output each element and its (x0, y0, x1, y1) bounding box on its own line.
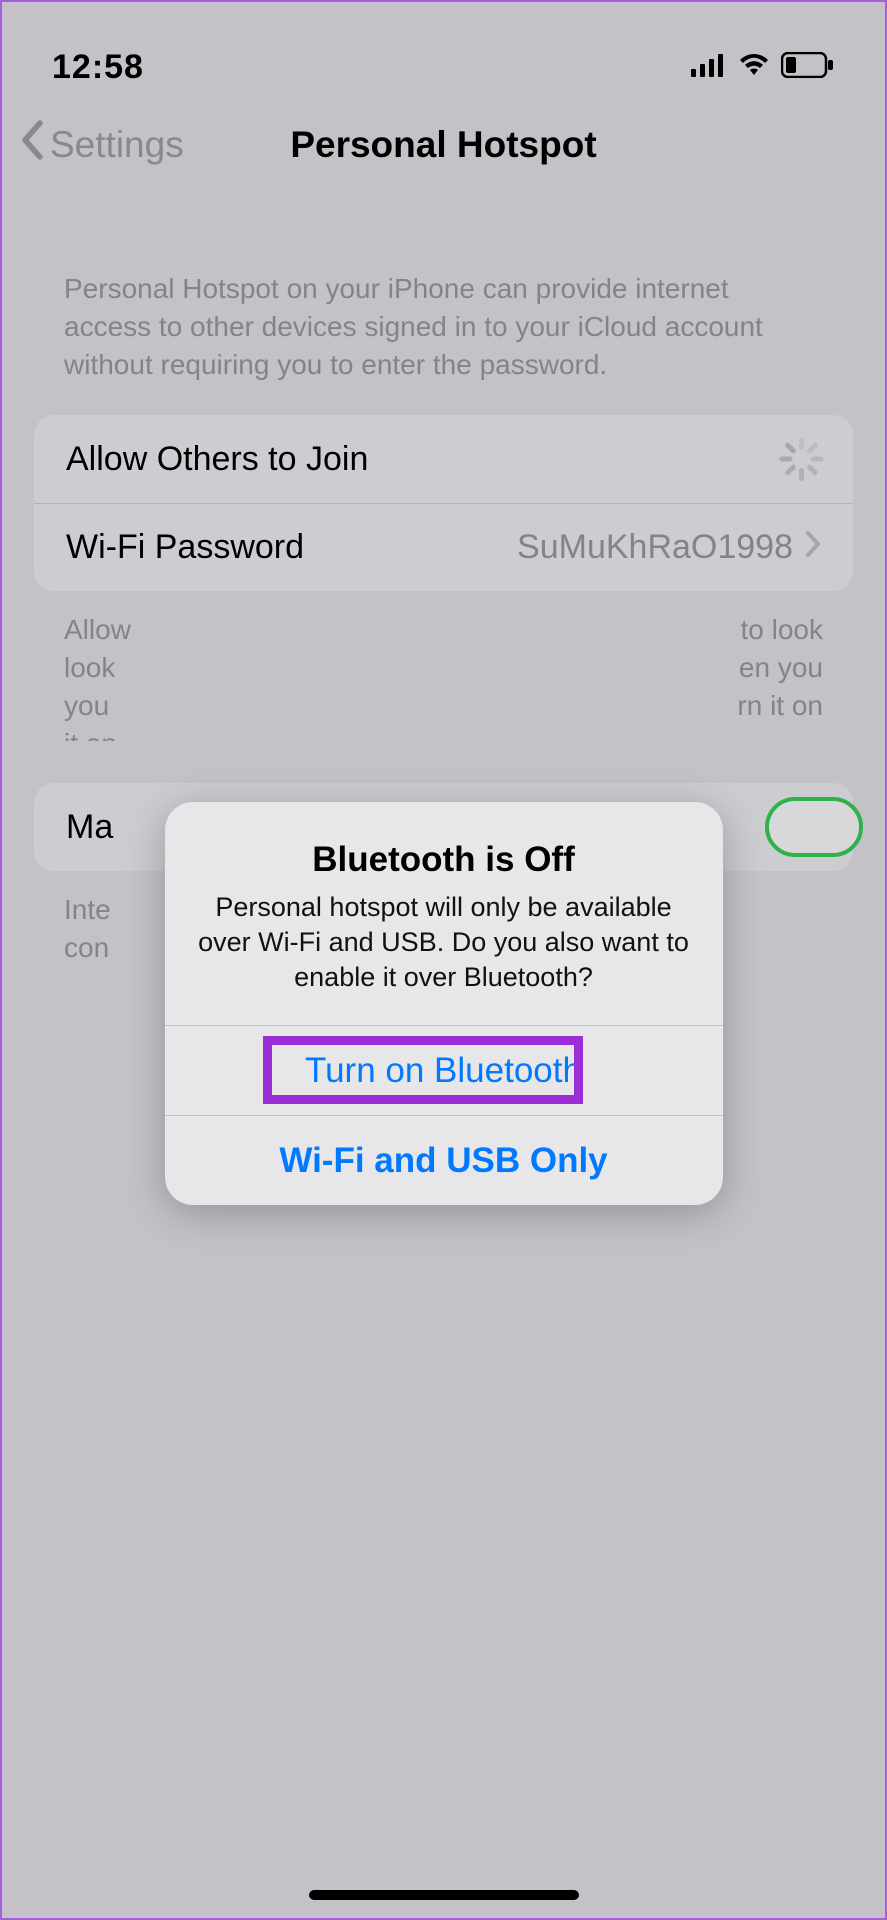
back-label: Settings (50, 124, 184, 166)
status-icons (691, 52, 835, 83)
allow-others-label: Allow Others to Join (66, 440, 368, 479)
wifi-password-row[interactable]: Wi-Fi Password SuMuKhRaO1998 (34, 503, 853, 591)
chevron-left-icon (20, 120, 44, 169)
back-button[interactable]: Settings (20, 120, 184, 169)
chevron-right-icon (805, 528, 821, 567)
alert-secondary-label: Wi-Fi and USB Only (279, 1141, 607, 1181)
turn-on-bluetooth-button[interactable]: Turn on Bluetooth (165, 1025, 723, 1115)
allow-others-footer: Allowto look looken you yourn it on it o… (2, 591, 885, 741)
wifi-icon (737, 53, 771, 82)
cellular-icon (691, 53, 727, 82)
maximize-compat-label: Ma (66, 808, 113, 847)
home-indicator[interactable] (309, 1890, 579, 1900)
maximize-compat-toggle[interactable] (765, 797, 863, 857)
wifi-usb-only-button[interactable]: Wi-Fi and USB Only (165, 1115, 723, 1205)
hotspot-description: Personal Hotspot on your iPhone can prov… (2, 192, 885, 415)
battery-icon (781, 52, 835, 83)
status-time: 12:58 (52, 48, 144, 87)
alert-primary-label: Turn on Bluetooth (305, 1051, 582, 1091)
spinner-icon (777, 437, 821, 481)
settings-group-main: Allow Others to Join Wi-Fi Password SuMu… (34, 415, 853, 591)
status-bar: 12:58 (2, 2, 885, 97)
bluetooth-alert: Bluetooth is Off Personal hotspot will o… (165, 802, 723, 1205)
alert-message: Personal hotspot will only be available … (195, 890, 693, 995)
allow-others-row[interactable]: Allow Others to Join (34, 415, 853, 503)
nav-bar: Settings Personal Hotspot (2, 97, 885, 192)
wifi-password-value: SuMuKhRaO1998 (517, 528, 793, 567)
wifi-password-label: Wi-Fi Password (66, 528, 304, 567)
alert-title: Bluetooth is Off (195, 840, 693, 880)
